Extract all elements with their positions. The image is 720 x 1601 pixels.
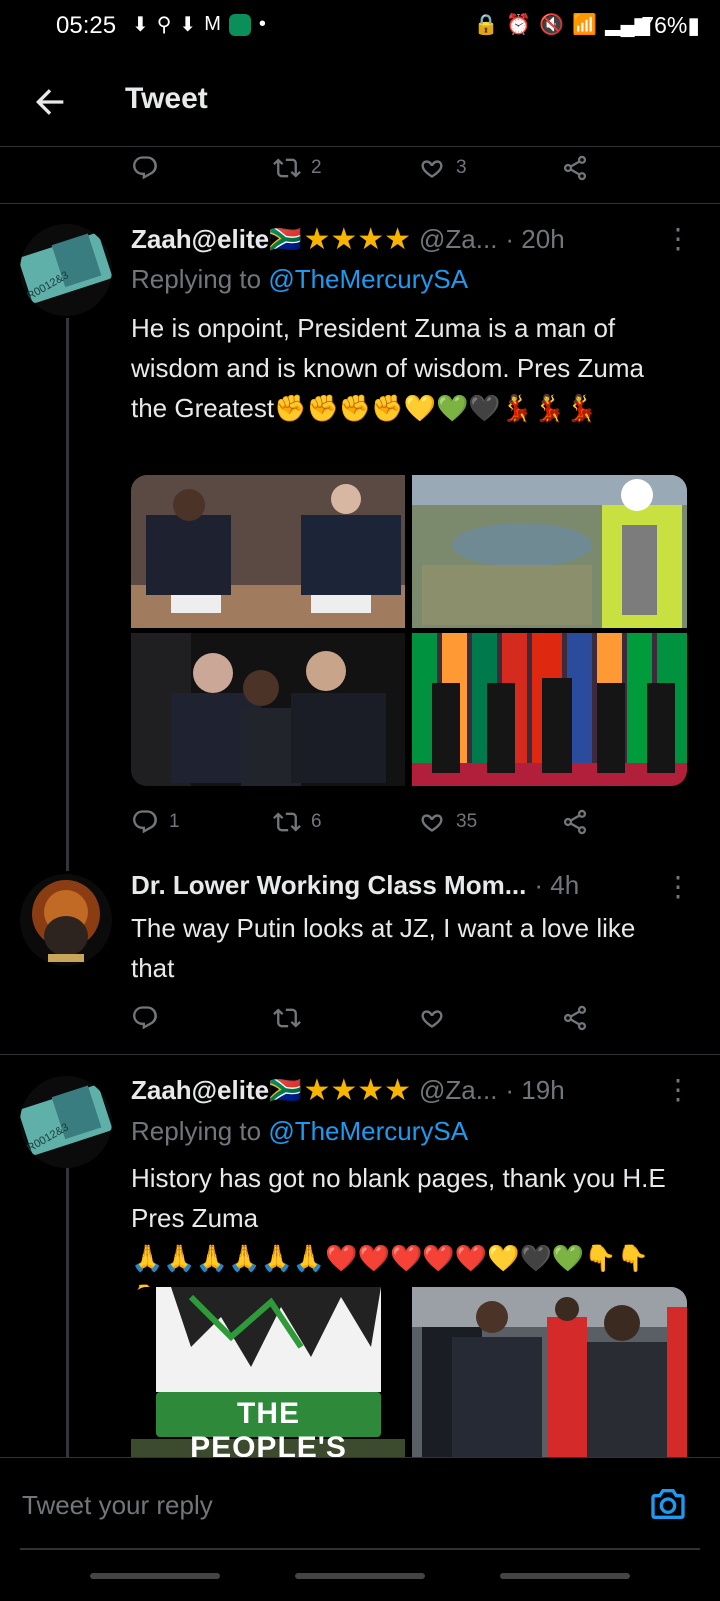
like-button[interactable]: 35 xyxy=(418,802,477,842)
retweet-button[interactable] xyxy=(273,998,311,1038)
app-header: Tweet xyxy=(0,60,720,147)
timestamp: · 4h xyxy=(534,870,580,900)
more-options-icon[interactable]: ⋮ xyxy=(664,222,692,255)
share-icon xyxy=(563,155,587,181)
battery-level: 76%▮ xyxy=(641,12,700,38)
nav-back-handle[interactable] xyxy=(500,1573,630,1579)
replying-to: Replying to @TheMercurySA xyxy=(131,264,469,294)
timestamp: · 20h xyxy=(505,224,565,254)
media-caption: THE PEOPLE'S xyxy=(190,1397,347,1457)
camera-icon[interactable] xyxy=(648,1484,688,1524)
tweet-media-grid[interactable] xyxy=(131,475,687,786)
reply-icon xyxy=(133,810,157,834)
media-photo[interactable] xyxy=(412,475,687,628)
nav-recents-handle[interactable] xyxy=(90,1573,220,1579)
divider xyxy=(0,1054,720,1055)
system-icons: 🔒 ⏰ 🔇 📶 ▂▄▆ xyxy=(473,12,650,37)
avatar[interactable] xyxy=(20,874,112,966)
retweet-count: 6 xyxy=(311,811,322,832)
media-photo[interactable] xyxy=(412,1287,687,1457)
avatar[interactable]: R0012&3 xyxy=(20,224,112,316)
gmail-icon: M xyxy=(204,13,221,35)
flag-emoji: 🇿🇦 xyxy=(269,1075,302,1105)
user-icon: ⚲ xyxy=(156,14,172,36)
thread-line xyxy=(66,318,69,871)
emoji-sequence: ✊✊✊✊💛💚🖤💃💃💃 xyxy=(274,393,598,423)
star-emojis: ★★★★ xyxy=(303,1074,412,1107)
more-options-icon[interactable]: ⋮ xyxy=(664,1073,692,1106)
divider xyxy=(20,1548,700,1550)
share-button[interactable] xyxy=(561,148,589,188)
retweet-button[interactable]: 2 xyxy=(273,148,322,188)
heart-icon xyxy=(421,1010,443,1028)
media-photo[interactable] xyxy=(131,475,405,628)
share-icon xyxy=(563,809,587,835)
status-bar: 05:25 ⬇ ⚲ ⬇ M • 🔒 ⏰ 🔇 📶 ▂▄▆ 76%▮ xyxy=(0,0,720,54)
reply-button[interactable] xyxy=(131,148,169,188)
thread-line xyxy=(66,1168,69,1458)
nav-home-handle[interactable] xyxy=(295,1573,425,1579)
media-photo[interactable] xyxy=(131,633,405,786)
retweet-icon xyxy=(273,812,301,832)
share-button[interactable] xyxy=(561,802,589,842)
star-emojis: ★★★★ xyxy=(303,223,412,256)
media-photo[interactable]: THE PEOPLE'S xyxy=(131,1287,405,1457)
share-button[interactable] xyxy=(561,998,589,1038)
dot-icon: • xyxy=(258,13,266,35)
page-title: Tweet xyxy=(125,82,208,115)
back-arrow-icon[interactable] xyxy=(30,82,70,122)
mention-link[interactable]: @TheMercurySA xyxy=(268,1116,468,1146)
status-time: 05:25 xyxy=(56,12,117,39)
notification-icons: ⬇ ⚲ ⬇ M • xyxy=(132,12,266,37)
reply-bar xyxy=(0,1457,720,1601)
tweet-text: He is onpoint, President Zuma is a man o… xyxy=(131,308,681,428)
tweet-header: Dr. Lower Working Class Mom... · 4h xyxy=(131,870,579,901)
replying-to: Replying to @TheMercurySA xyxy=(131,1116,469,1146)
reply-icon xyxy=(133,156,157,180)
display-name[interactable]: Zaah@elite xyxy=(131,224,269,255)
like-count: 3 xyxy=(456,157,467,178)
tweet-text: The way Putin looks at JZ, I want a love… xyxy=(131,913,636,983)
display-name[interactable]: Dr. Lower Working Class Mom... xyxy=(131,870,526,901)
reply-count: 1 xyxy=(169,811,180,832)
heart-icon xyxy=(421,814,443,832)
handle[interactable]: @Za... xyxy=(419,224,497,255)
download-icon: ⬇ xyxy=(132,14,149,36)
retweet-button[interactable]: 6 xyxy=(273,802,322,842)
share-icon xyxy=(563,1005,587,1031)
display-name[interactable]: Zaah@elite xyxy=(131,1075,269,1106)
reply-icon xyxy=(133,1006,157,1030)
more-options-icon[interactable]: ⋮ xyxy=(664,870,692,903)
mute-icon: 🔇 xyxy=(539,14,565,36)
alarm-icon: ⏰ xyxy=(506,14,532,36)
media-photo[interactable] xyxy=(412,633,687,786)
wifi-icon: 📶 xyxy=(572,14,598,36)
timestamp: · 19h xyxy=(505,1075,565,1105)
tweet-actions xyxy=(131,998,621,1038)
heart-icon xyxy=(421,160,443,178)
flag-emoji: 🇿🇦 xyxy=(269,224,302,254)
handle[interactable]: @Za... xyxy=(419,1075,497,1106)
lock-icon: 🔒 xyxy=(473,14,499,36)
retweet-count: 2 xyxy=(311,157,322,178)
tweet-actions: 1 6 35 xyxy=(131,802,621,842)
like-button[interactable]: 3 xyxy=(418,148,467,188)
reply-button[interactable] xyxy=(131,998,169,1038)
tweet-header: Zaah@elite 🇿🇦 ★★★★ @Za... · 20h xyxy=(131,222,565,257)
download-icon: ⬇ xyxy=(179,14,197,36)
mention-link[interactable]: @TheMercurySA xyxy=(268,264,468,294)
app-icon xyxy=(228,13,251,36)
reply-input[interactable] xyxy=(20,1476,624,1534)
reply-button[interactable]: 1 xyxy=(131,802,180,842)
retweet-icon xyxy=(273,1008,301,1028)
tweet-header: Zaah@elite 🇿🇦 ★★★★ @Za... · 19h xyxy=(131,1073,565,1108)
avatar[interactable]: R0012&3 xyxy=(20,1076,112,1168)
parent-tweet-actions: 2 3 xyxy=(131,148,621,188)
like-count: 35 xyxy=(456,811,478,832)
tweet-media-grid[interactable]: THE PEOPLE'S xyxy=(131,1287,687,1457)
retweet-icon xyxy=(273,158,301,178)
divider xyxy=(0,203,720,204)
like-button[interactable] xyxy=(418,998,456,1038)
